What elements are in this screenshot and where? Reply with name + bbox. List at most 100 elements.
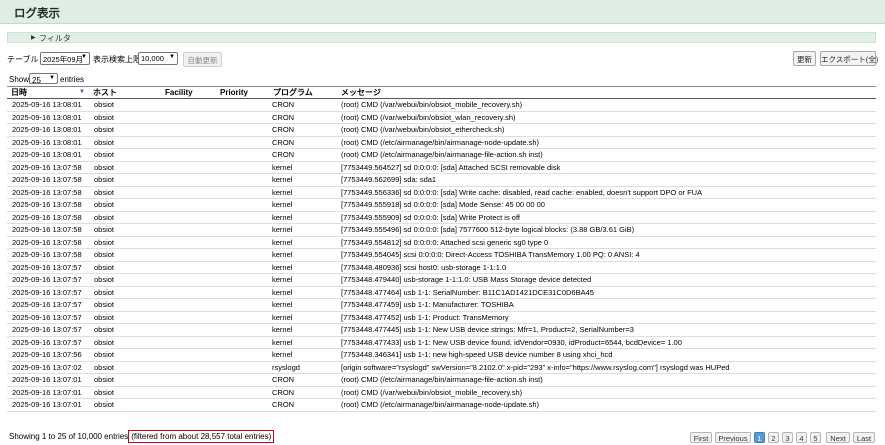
table-row[interactable]: 2025-09-16 13:07:58 obsiot kernel [7753449.… — [7, 223, 876, 237]
table-row[interactable]: 2025-09-16 13:07:58 obsiot kernel [7753449.… — [7, 248, 876, 262]
cell-facility — [153, 398, 212, 412]
cell-priority — [212, 373, 258, 387]
cell-program: kernel — [258, 173, 331, 187]
table-row[interactable]: 2025-09-16 13:08:01 obsiot CRON (root) CMD … — [7, 148, 876, 162]
table-row[interactable]: 2025-09-16 13:07:57 obsiot kernel [7753448.… — [7, 311, 876, 324]
table-header-row: 日時 ▼ ホスト Facility Priority プログラム メッセージ — [7, 86, 876, 99]
cell-facility — [153, 361, 212, 374]
cell-message: [7753449.562699] sda: sda1 — [331, 173, 876, 187]
cell-message: [7753448.477459] usb 1-1: Manufacturer: … — [331, 298, 876, 312]
table-row[interactable]: 2025-09-16 13:07:56 obsiot kernel [7753448.… — [7, 348, 876, 362]
page-title: ログ表示 — [14, 8, 60, 20]
pagination-next-button[interactable]: Next — [826, 432, 850, 443]
cell-priority — [212, 98, 258, 112]
table-row[interactable]: 2025-09-16 13:07:57 obsiot kernel [7753448.… — [7, 261, 876, 274]
cell-priority — [212, 136, 258, 149]
auto-refresh-button[interactable]: 自動更新 — [183, 52, 222, 67]
table-select[interactable]: 2025年09月 ▼ — [40, 52, 90, 65]
page-length-select[interactable]: 25 ▼ — [29, 73, 58, 85]
cell-program: CRON — [258, 386, 331, 399]
pagination-previous-button[interactable]: Previous — [715, 432, 751, 443]
cell-facility — [153, 373, 212, 387]
table-row[interactable]: 2025-09-16 13:08:01 obsiot CRON (root) CMD … — [7, 98, 876, 112]
cell-message: [7753448.477445] usb 1-1: New USB device… — [331, 323, 876, 337]
pagination-page-2[interactable]: 2 — [768, 432, 779, 443]
column-header-message[interactable]: メッセージ — [331, 86, 876, 99]
pagination-last-button[interactable]: Last — [853, 432, 875, 443]
filter-toggle[interactable]: ▶ フィルタ — [7, 32, 876, 43]
cell-host: obsiot — [89, 111, 153, 124]
cell-priority — [212, 161, 258, 174]
cell-priority — [212, 386, 258, 399]
pagination-first-button[interactable]: First — [690, 432, 712, 443]
column-header-facility[interactable]: Facility — [153, 86, 212, 99]
table-row[interactable]: 2025-09-16 13:07:57 obsiot kernel [7753448.… — [7, 336, 876, 349]
refresh-button[interactable]: 更新 — [793, 51, 816, 66]
table-row[interactable]: 2025-09-16 13:07:57 obsiot kernel [7753448.… — [7, 323, 876, 337]
table-row[interactable]: 2025-09-16 13:07:58 obsiot kernel [7753449.… — [7, 236, 876, 249]
limit-select[interactable]: 10,000 ▼ — [138, 52, 178, 65]
cell-program: kernel — [258, 261, 331, 274]
chevron-down-icon: ▼ — [169, 54, 175, 60]
table-row[interactable]: 2025-09-16 13:07:57 obsiot kernel [7753448.… — [7, 273, 876, 287]
cell-priority — [212, 111, 258, 124]
pagination-page-1[interactable]: 1 — [754, 432, 765, 443]
table-row[interactable]: 2025-09-16 13:07:58 obsiot kernel [7753449.… — [7, 173, 876, 187]
column-header-datetime[interactable]: 日時 ▼ — [7, 86, 89, 99]
limit-select-value: 10,000 — [141, 54, 164, 63]
cell-program: CRON — [258, 111, 331, 124]
cell-message: (root) CMD (/var/webui/bin/obsiot_mobile… — [331, 98, 876, 112]
table-row[interactable]: 2025-09-16 13:08:01 obsiot CRON (root) CMD … — [7, 111, 876, 124]
filter-label: フィルタ — [39, 34, 71, 43]
cell-priority — [212, 361, 258, 374]
cell-facility — [153, 323, 212, 337]
column-header-priority[interactable]: Priority — [212, 86, 258, 99]
cell-program: rsyslogd — [258, 361, 331, 374]
export-button[interactable]: エクスポート(全) — [820, 51, 878, 66]
table-row[interactable]: 2025-09-16 13:07:02 obsiot rsyslogd [origin… — [7, 361, 876, 374]
cell-message: (root) CMD (/var/webui/bin/obsiot_mobile… — [331, 386, 876, 399]
table-select-value: 2025年09月 — [43, 55, 84, 64]
sort-desc-icon: ▼ — [79, 89, 85, 95]
pagination-page-4[interactable]: 4 — [796, 432, 807, 443]
entries-label: entries — [60, 75, 85, 84]
cell-host: obsiot — [89, 136, 153, 149]
table-row[interactable]: 2025-09-16 13:07:57 obsiot kernel [7753448.… — [7, 298, 876, 312]
table-row[interactable]: 2025-09-16 13:07:58 obsiot kernel [7753449.… — [7, 161, 876, 174]
pagination: First Previous 1 2 3 4 5 Next Last — [0, 432, 885, 443]
table-row[interactable]: 2025-09-16 13:07:57 obsiot kernel [7753448.… — [7, 286, 876, 299]
cell-facility — [153, 173, 212, 187]
column-header-label: メッセージ — [341, 88, 381, 97]
chevron-down-icon: ▼ — [81, 54, 87, 60]
cell-host: obsiot — [89, 211, 153, 224]
cell-message: [7753448.346341] usb 1-1: new high-speed… — [331, 348, 876, 362]
pagination-page-3[interactable]: 3 — [782, 432, 793, 443]
table-row[interactable]: 2025-09-16 13:08:01 obsiot CRON (root) CMD … — [7, 136, 876, 149]
cell-program: kernel — [258, 161, 331, 174]
cell-message: (root) CMD (/etc/airmanage/bin/airmanage… — [331, 148, 876, 162]
cell-program: CRON — [258, 98, 331, 112]
cell-message: [7753448.479440] usb-storage 1-1:1.0: US… — [331, 273, 876, 287]
cell-program: CRON — [258, 398, 331, 412]
cell-message: (root) CMD (/etc/airmanage/bin/airmanage… — [331, 136, 876, 149]
cell-facility — [153, 148, 212, 162]
cell-datetime: 2025-09-16 13:07:56 — [7, 348, 89, 362]
table-row[interactable]: 2025-09-16 13:07:01 obsiot CRON (root) CMD … — [7, 386, 876, 399]
table-row[interactable]: 2025-09-16 13:07:01 obsiot CRON (root) CMD … — [7, 398, 876, 412]
column-header-host[interactable]: ホスト — [89, 86, 153, 99]
table-row[interactable]: 2025-09-16 13:07:58 obsiot kernel [7753449.… — [7, 211, 876, 224]
table-row[interactable]: 2025-09-16 13:07:58 obsiot kernel [7753449.… — [7, 198, 876, 212]
cell-datetime: 2025-09-16 13:08:01 — [7, 136, 89, 149]
table-row[interactable]: 2025-09-16 13:07:01 obsiot CRON (root) CMD … — [7, 373, 876, 387]
column-header-program[interactable]: プログラム — [258, 86, 331, 99]
cell-message: [7753449.555496] sd 0:0:0:0: [sda] 75776… — [331, 223, 876, 237]
table-row[interactable]: 2025-09-16 13:07:58 obsiot kernel [7753449.… — [7, 186, 876, 199]
pagination-page-5[interactable]: 5 — [810, 432, 821, 443]
cell-program: kernel — [258, 186, 331, 199]
cell-host: obsiot — [89, 323, 153, 337]
cell-program: kernel — [258, 236, 331, 249]
cell-priority — [212, 148, 258, 162]
table-row[interactable]: 2025-09-16 13:08:01 obsiot CRON (root) CMD … — [7, 123, 876, 137]
cell-host: obsiot — [89, 298, 153, 312]
cell-facility — [153, 98, 212, 112]
